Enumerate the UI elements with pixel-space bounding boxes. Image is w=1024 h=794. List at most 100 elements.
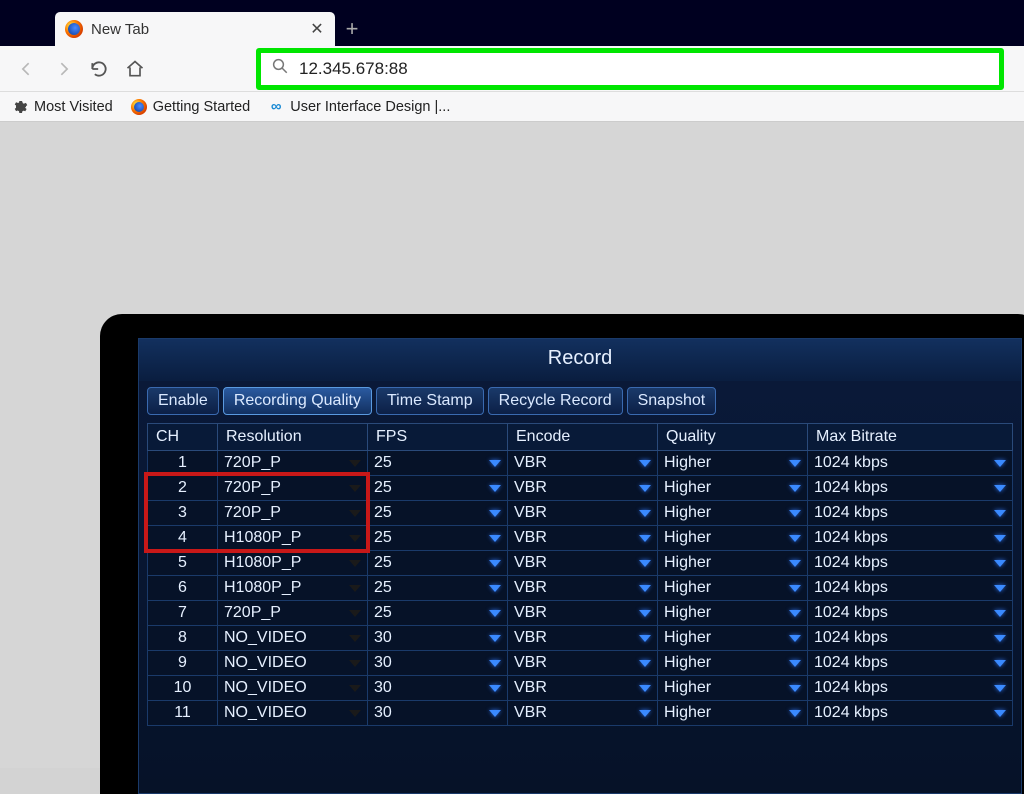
table-cell[interactable]: Higher	[658, 501, 808, 526]
table-cell[interactable]: NO_VIDEO	[218, 651, 368, 676]
table-cell[interactable]: 25	[368, 601, 508, 626]
dvr-tab-recycle-record[interactable]: Recycle Record	[488, 387, 623, 415]
nav-toolbar	[0, 46, 1024, 92]
cell-value: Higher	[664, 529, 711, 547]
reload-button[interactable]	[84, 54, 114, 84]
table-cell[interactable]: Higher	[658, 526, 808, 551]
table-cell[interactable]: Higher	[658, 676, 808, 701]
chevron-down-icon	[489, 560, 501, 567]
table-cell[interactable]: VBR	[508, 501, 658, 526]
table-cell[interactable]: VBR	[508, 576, 658, 601]
table-cell[interactable]: VBR	[508, 651, 658, 676]
table-cell[interactable]: H1080P_P	[218, 526, 368, 551]
cell-value: Higher	[664, 679, 711, 697]
table-cell[interactable]: 720P_P	[218, 601, 368, 626]
table-row: 2720P_P25 VBR Higher1024 kbps	[148, 476, 1013, 501]
table-cell[interactable]: VBR	[508, 551, 658, 576]
col-quality: Quality	[658, 424, 808, 451]
dvr-tab-snapshot[interactable]: Snapshot	[627, 387, 717, 415]
table-cell[interactable]: Higher	[658, 476, 808, 501]
table-cell[interactable]: 720P_P	[218, 451, 368, 476]
chevron-down-icon	[489, 485, 501, 492]
table-cell[interactable]: VBR	[508, 476, 658, 501]
table-cell[interactable]: Higher	[658, 551, 808, 576]
table-cell[interactable]: 1024 kbps	[808, 601, 1013, 626]
table-cell[interactable]: 25	[368, 476, 508, 501]
table-cell[interactable]: 1024 kbps	[808, 576, 1013, 601]
table-cell[interactable]: 1024 kbps	[808, 676, 1013, 701]
table-cell[interactable]: Higher	[658, 701, 808, 726]
table-cell[interactable]: 25	[368, 551, 508, 576]
table-cell[interactable]: 30	[368, 701, 508, 726]
dvr-tab-bar: EnableRecording QualityTime StampRecycle…	[139, 381, 1021, 423]
url-input[interactable]	[299, 59, 989, 79]
table-cell[interactable]: 1024 kbps	[808, 501, 1013, 526]
chevron-down-icon	[994, 585, 1006, 592]
table-cell[interactable]: VBR	[508, 526, 658, 551]
table-cell[interactable]: H1080P_P	[218, 576, 368, 601]
back-button[interactable]	[12, 54, 42, 84]
table-cell[interactable]: 30	[368, 676, 508, 701]
table-cell[interactable]: 1024 kbps	[808, 651, 1013, 676]
browser-tab[interactable]: New Tab ✕	[55, 12, 335, 46]
table-cell[interactable]: Higher	[658, 626, 808, 651]
cell-value: VBR	[514, 554, 547, 572]
table-row: 4H1080P_P25VBRHigher1024 kbps	[148, 526, 1013, 551]
chevron-down-icon	[349, 685, 361, 692]
table-cell[interactable]: Higher	[658, 601, 808, 626]
table-cell[interactable]: 1024 kbps	[808, 626, 1013, 651]
address-bar[interactable]	[256, 48, 1004, 90]
table-cell[interactable]: 25	[368, 451, 508, 476]
cell-value: VBR	[514, 479, 547, 497]
chevron-down-icon	[639, 485, 651, 492]
cell-value: Higher	[664, 604, 711, 622]
table-cell[interactable]: VBR	[508, 701, 658, 726]
table-cell[interactable]: Higher	[658, 576, 808, 601]
page-content: Record EnableRecording QualityTime Stamp…	[0, 122, 1024, 768]
table-cell[interactable]: 25	[368, 526, 508, 551]
table-cell[interactable]: VBR	[508, 676, 658, 701]
table-cell[interactable]: 30	[368, 651, 508, 676]
bookmark-label: Most Visited	[34, 99, 113, 115]
cell-value: Higher	[664, 454, 711, 472]
ch-cell: 2	[148, 476, 218, 501]
table-cell[interactable]: Higher	[658, 451, 808, 476]
table-cell[interactable]: NO_VIDEO	[218, 626, 368, 651]
cell-value: 25	[374, 604, 392, 622]
table-cell[interactable]: VBR	[508, 451, 658, 476]
table-cell[interactable]: 1024 kbps	[808, 701, 1013, 726]
close-tab-button[interactable]: ✕	[307, 19, 327, 39]
cell-value: 1024 kbps	[814, 529, 888, 547]
table-cell[interactable]: 1024 kbps	[808, 551, 1013, 576]
table-cell[interactable]: 1024 kbps	[808, 476, 1013, 501]
new-tab-button[interactable]: +	[335, 12, 369, 46]
table-cell[interactable]: NO_VIDEO	[218, 701, 368, 726]
table-cell[interactable]: VBR	[508, 626, 658, 651]
forward-button[interactable]	[48, 54, 78, 84]
chevron-down-icon	[349, 610, 361, 617]
dvr-tab-recording-quality[interactable]: Recording Quality	[223, 387, 372, 415]
dvr-tab-time-stamp[interactable]: Time Stamp	[376, 387, 484, 415]
home-button[interactable]	[120, 54, 150, 84]
table-cell[interactable]: 25	[368, 576, 508, 601]
table-cell[interactable]: 1024 kbps	[808, 451, 1013, 476]
table-cell[interactable]: Higher	[658, 651, 808, 676]
bookmark-most-visited[interactable]: Most Visited	[12, 99, 113, 115]
chevron-down-icon	[639, 710, 651, 717]
table-cell[interactable]: 720P_P	[218, 476, 368, 501]
table-cell[interactable]: NO_VIDEO	[218, 676, 368, 701]
bookmark-getting-started[interactable]: Getting Started	[131, 99, 251, 115]
cell-value: VBR	[514, 504, 547, 522]
bookmark-ui-design[interactable]: ∞ User Interface Design |...	[268, 99, 450, 115]
table-cell[interactable]: 1024 kbps	[808, 526, 1013, 551]
table-cell[interactable]: VBR	[508, 601, 658, 626]
device-frame: Record EnableRecording QualityTime Stamp…	[100, 314, 1024, 794]
table-cell[interactable]: 720P_P	[218, 501, 368, 526]
col-fps: FPS	[368, 424, 508, 451]
dvr-tab-enable[interactable]: Enable	[147, 387, 219, 415]
table-cell[interactable]: H1080P_P	[218, 551, 368, 576]
table-cell[interactable]: 25	[368, 501, 508, 526]
tab-strip: New Tab ✕ +	[0, 8, 1024, 46]
table-cell[interactable]: 30	[368, 626, 508, 651]
chevron-down-icon	[994, 710, 1006, 717]
